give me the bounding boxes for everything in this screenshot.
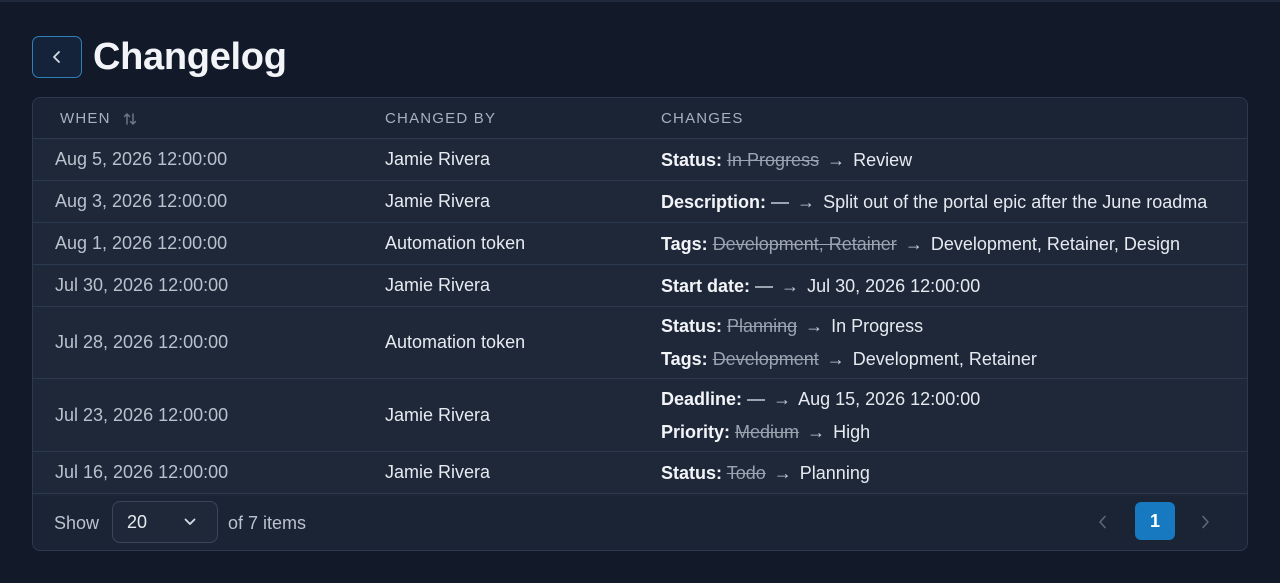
table-row: Aug 5, 2026 12:00:00 Jamie Rivera Status: … <box>33 139 1247 181</box>
change-old-value: Development <box>712 349 819 369</box>
change-old-value: Planning <box>727 316 798 336</box>
change-entry: Deadline: — → Aug 15, 2026 12:00:00 <box>661 387 980 411</box>
cell-when: Aug 5, 2026 12:00:00 <box>55 149 228 169</box>
change-entry: Tags: Development, Retainer → Developmen… <box>661 232 1180 256</box>
column-label-when: WHEN <box>60 110 111 127</box>
change-new-value: Split out of the portal epic after the J… <box>823 191 1208 212</box>
change-field-label: Start date: <box>661 275 751 296</box>
change-entry: Priority: Medium → High <box>661 420 870 444</box>
table-footer: Show 20 of 7 items 1 <box>33 496 1247 550</box>
change-new-value: Development, Retainer <box>852 349 1037 369</box>
table-row: Aug 3, 2026 12:00:00 Jamie Rivera Descript… <box>33 181 1247 223</box>
column-header-when[interactable]: WHEN <box>60 98 137 139</box>
change-old-value: — <box>747 388 766 409</box>
sort-icon[interactable] <box>123 111 137 127</box>
column-header-changes: CHANGES <box>661 98 744 139</box>
items-count: of 7 items <box>228 512 307 533</box>
table-row: Jul 28, 2026 12:00:00 Automation token Sta… <box>33 307 1247 379</box>
change-field-label: Status: <box>661 149 723 170</box>
column-label-changed-by: CHANGED BY <box>385 110 497 127</box>
arrow-icon: → <box>773 462 792 483</box>
cell-changes: Status: Todo → Planning <box>661 452 1227 493</box>
change-old-value: In Progress <box>727 149 820 170</box>
change-entry: Start date: — → Jul 30, 2026 12:00:00 <box>661 274 980 298</box>
arrow-icon: → <box>807 421 826 442</box>
cell-changes: Tags: Development, Retainer → Developmen… <box>661 223 1227 264</box>
table-body: Aug 5, 2026 12:00:00 Jamie Rivera Status: … <box>33 139 1247 494</box>
table-row: Jul 30, 2026 12:00:00 Jamie Rivera Start d… <box>33 265 1247 307</box>
change-field-label: Tags: <box>661 233 708 254</box>
changelog-table: WHEN CHANGED BY CHANGES Aug 5, 2026 12:0… <box>32 97 1248 551</box>
cell-changes: Deadline: — → Aug 15, 2026 12:00:00 Prior… <box>661 379 1227 451</box>
table-row: Jul 16, 2026 12:00:00 Jamie Rivera Status:… <box>33 452 1247 494</box>
table-row: Jul 23, 2026 12:00:00 Jamie Rivera Deadlin… <box>33 379 1247 452</box>
change-field-label: Status: <box>661 462 723 483</box>
change-old-value: — <box>771 191 790 212</box>
change-field-label: Description: <box>661 191 767 212</box>
top-border <box>0 0 1280 2</box>
change-field-label: Priority: <box>661 421 731 442</box>
cell-changes: Description: — → Split out of the portal… <box>661 181 1227 222</box>
arrow-icon: → <box>773 388 792 409</box>
cell-changed-by: Jamie Rivera <box>385 404 491 425</box>
arrow-icon: → <box>827 149 846 170</box>
change-field-label: Status: <box>661 316 723 336</box>
page-size-select[interactable]: 20 <box>112 501 218 543</box>
page-size-value: 20 <box>127 511 148 532</box>
change-new-value: In Progress <box>831 316 924 336</box>
previous-page-button[interactable] <box>1091 510 1115 534</box>
arrow-icon: → <box>805 316 824 336</box>
chevron-left-icon <box>53 51 60 63</box>
cell-when: Jul 23, 2026 12:00:00 <box>55 404 229 425</box>
change-entry: Description: — → Split out of the portal… <box>661 190 1207 214</box>
change-new-value: Jul 30, 2026 12:00:00 <box>807 275 981 296</box>
cell-when: Jul 16, 2026 12:00:00 <box>55 462 229 482</box>
change-field-label: Tags: <box>661 349 708 369</box>
change-entry: Status: Planning → In Progress <box>661 314 923 338</box>
arrow-icon: → <box>904 233 923 254</box>
chevron-down-icon <box>184 518 196 525</box>
cell-changed-by: Automation token <box>385 233 526 253</box>
chevron-left-icon <box>1099 515 1106 529</box>
table-row: Aug 1, 2026 12:00:00 Automation token Tags… <box>33 223 1247 265</box>
change-new-value: Planning <box>799 462 870 483</box>
cell-changes: Start date: — → Jul 30, 2026 12:00:00 <box>661 265 1227 306</box>
cell-when: Aug 3, 2026 12:00:00 <box>55 191 228 211</box>
change-new-value: High <box>833 421 871 442</box>
page-title: Changelog <box>93 35 287 78</box>
change-new-value: Aug 15, 2026 12:00:00 <box>798 388 981 409</box>
page-button-current[interactable]: 1 <box>1135 502 1175 540</box>
change-new-value: Review <box>853 149 913 170</box>
cell-changed-by: Automation token <box>385 332 526 352</box>
cell-changed-by: Jamie Rivera <box>385 462 491 482</box>
arrow-icon: → <box>797 191 816 212</box>
change-entry: Status: In Progress → Review <box>661 148 912 172</box>
table-header: WHEN CHANGED BY CHANGES <box>33 98 1247 139</box>
change-old-value: Todo <box>726 462 766 483</box>
cell-when: Aug 1, 2026 12:00:00 <box>55 233 228 253</box>
arrow-icon: → <box>826 349 845 369</box>
cell-when: Jul 28, 2026 12:00:00 <box>55 332 229 352</box>
column-label-changes: CHANGES <box>661 110 744 127</box>
back-button[interactable] <box>32 36 82 78</box>
page-header: Changelog <box>32 36 287 78</box>
change-entry: Status: Todo → Planning <box>661 461 870 485</box>
change-field-label: Deadline: <box>661 388 743 409</box>
change-new-value: Development, Retainer, Design <box>930 233 1180 254</box>
cell-changed-by: Jamie Rivera <box>385 275 491 295</box>
cell-changed-by: Jamie Rivera <box>385 149 491 169</box>
next-page-button[interactable] <box>1193 510 1217 534</box>
change-old-value: — <box>755 275 774 296</box>
column-header-changed-by: CHANGED BY <box>385 98 496 139</box>
cell-changed-by: Jamie Rivera <box>385 191 491 211</box>
chevron-right-icon <box>1202 515 1209 529</box>
cell-changes: Status: Planning → In Progress Tags: Deve… <box>661 307 1227 378</box>
change-entry: Tags: Development → Development, Retaine… <box>661 347 1037 371</box>
cell-when: Jul 30, 2026 12:00:00 <box>55 275 229 295</box>
change-old-value: Medium <box>735 421 800 442</box>
show-label: Show <box>54 512 100 533</box>
cell-changes: Status: In Progress → Review <box>661 139 1227 180</box>
change-old-value: Development, Retainer <box>712 233 897 254</box>
arrow-icon: → <box>781 275 800 296</box>
